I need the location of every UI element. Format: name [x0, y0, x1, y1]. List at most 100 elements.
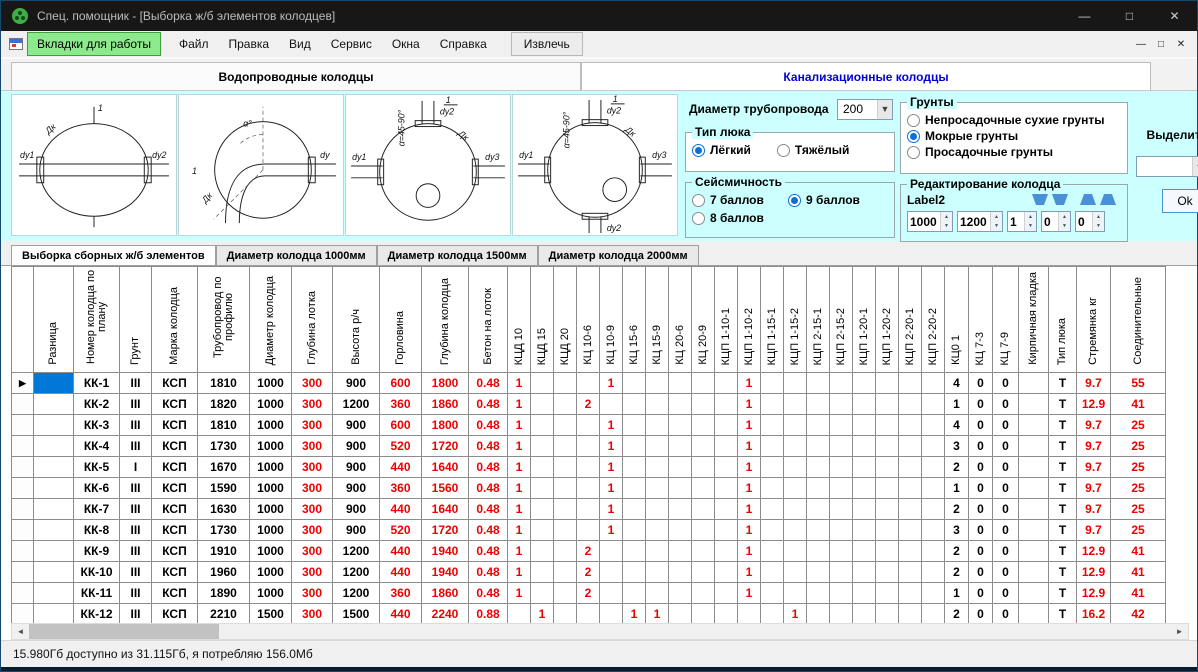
grid-cell[interactable]	[784, 478, 807, 499]
grid-cell[interactable]	[876, 436, 899, 457]
menu-item-file[interactable]: Файл	[169, 32, 219, 56]
chevron-down-icon[interactable]: ▼	[1192, 157, 1198, 176]
grid-cell[interactable]: 0	[969, 541, 993, 562]
grid-cell[interactable]: Т	[1049, 541, 1077, 562]
grid-cell[interactable]	[577, 520, 600, 541]
grid-cell[interactable]: 1000	[250, 541, 292, 562]
grid-cell[interactable]	[715, 415, 738, 436]
grid-cell[interactable]	[577, 457, 600, 478]
grid-cell[interactable]	[899, 415, 922, 436]
grid-cell[interactable]	[623, 541, 646, 562]
grid-cell[interactable]	[876, 457, 899, 478]
grid-cell[interactable]: 0.88	[469, 604, 508, 624]
row-header[interactable]	[12, 415, 34, 436]
grid-cell[interactable]: 2	[577, 562, 600, 583]
grid-cell[interactable]	[807, 604, 830, 624]
row-header[interactable]: ▶	[12, 373, 34, 394]
row-header[interactable]	[12, 457, 34, 478]
grid-cell[interactable]	[646, 520, 669, 541]
grid-cell[interactable]: КСП	[152, 604, 198, 624]
grid-cell[interactable]	[830, 394, 853, 415]
grid-cell[interactable]	[577, 373, 600, 394]
grid-cell[interactable]	[669, 520, 692, 541]
grid-cell[interactable]	[761, 520, 784, 541]
grid-cell[interactable]: 1	[508, 541, 531, 562]
grid-cell[interactable]	[876, 583, 899, 604]
row-header[interactable]	[12, 436, 34, 457]
row-header[interactable]	[12, 583, 34, 604]
grid-cell[interactable]: 2	[577, 394, 600, 415]
stepper-down-icon[interactable]: ▼	[941, 222, 952, 232]
stepper-2[interactable]: 1▲▼	[1007, 211, 1037, 232]
grid-cell[interactable]	[34, 436, 74, 457]
grid-cell[interactable]: 300	[292, 562, 333, 583]
grid-cell[interactable]: 600	[380, 415, 422, 436]
ok-button[interactable]: Ok	[1162, 189, 1198, 213]
grid-cell[interactable]: Т	[1049, 436, 1077, 457]
grid-cell[interactable]	[646, 499, 669, 520]
grid-cell[interactable]	[899, 604, 922, 624]
grid-cell[interactable]: 1	[508, 583, 531, 604]
grid-cell[interactable]: 1	[508, 499, 531, 520]
grid-cell[interactable]: 300	[292, 373, 333, 394]
grid-cell[interactable]: 1	[646, 604, 669, 624]
grid-cell[interactable]	[34, 520, 74, 541]
grid-cell[interactable]: 9.7	[1077, 520, 1111, 541]
column-header-28[interactable]: КЦП 2-20-1	[899, 267, 922, 373]
grid-cell[interactable]	[508, 604, 531, 624]
grid-cell[interactable]: III	[120, 415, 152, 436]
grid-cell[interactable]	[761, 457, 784, 478]
grid-cell[interactable]: КК-3	[74, 415, 120, 436]
grid-cell[interactable]	[876, 499, 899, 520]
grid-cell[interactable]: 0.48	[469, 436, 508, 457]
grid-cell[interactable]: 0	[993, 478, 1019, 499]
grid-cell[interactable]	[899, 394, 922, 415]
grid-cell[interactable]	[922, 373, 945, 394]
grid-cell[interactable]: 0	[969, 373, 993, 394]
grid-cell[interactable]	[554, 604, 577, 624]
grid-cell[interactable]	[807, 583, 830, 604]
grid-cell[interactable]: КК-5	[74, 457, 120, 478]
grid-cell[interactable]	[922, 394, 945, 415]
chevron-down-icon[interactable]: ▼	[877, 100, 892, 119]
grid-cell[interactable]	[922, 478, 945, 499]
grid-cell[interactable]	[853, 415, 876, 436]
grid-cell[interactable]	[692, 415, 715, 436]
grid-cell[interactable]: 0	[993, 415, 1019, 436]
grid-cell[interactable]	[600, 562, 623, 583]
column-header-21[interactable]: КЦП 1-10-2	[738, 267, 761, 373]
grid-cell[interactable]: 1670	[198, 457, 250, 478]
grid-cell[interactable]	[531, 541, 554, 562]
grid-cell[interactable]	[922, 604, 945, 624]
column-header-1[interactable]: Номер колодца по плану	[74, 267, 120, 373]
grid-cell[interactable]: 0	[969, 478, 993, 499]
grid-cell[interactable]: 1	[738, 415, 761, 436]
grid-cell[interactable]: 0.48	[469, 394, 508, 415]
grid-cell[interactable]: Т	[1049, 457, 1077, 478]
grid-cell[interactable]: 9.7	[1077, 373, 1111, 394]
grid-cell[interactable]	[876, 478, 899, 499]
grid-cell[interactable]	[876, 562, 899, 583]
grid-cell[interactable]: Т	[1049, 394, 1077, 415]
grid-cell[interactable]	[784, 541, 807, 562]
grid-cell[interactable]	[34, 583, 74, 604]
stepper-up-icon[interactable]: ▲	[1093, 212, 1104, 222]
grid-cell[interactable]: 16.2	[1077, 604, 1111, 624]
grid-cell[interactable]	[600, 583, 623, 604]
grid-cell[interactable]: 41	[1111, 541, 1166, 562]
seismicity-option-0[interactable]: 7 баллов	[692, 193, 788, 207]
grid-cell[interactable]	[646, 478, 669, 499]
grid-cell[interactable]	[830, 604, 853, 624]
grid-cell[interactable]	[853, 604, 876, 624]
grid-cell[interactable]	[692, 478, 715, 499]
grid-cell[interactable]: 1000	[250, 457, 292, 478]
grid-cell[interactable]	[830, 457, 853, 478]
grid-cell[interactable]	[623, 436, 646, 457]
grid-cell[interactable]: 360	[380, 394, 422, 415]
column-header-19[interactable]: КЦ 20-9	[692, 267, 715, 373]
grid-cell[interactable]: 1	[508, 394, 531, 415]
grid-cell[interactable]: 25	[1111, 436, 1166, 457]
menu-item-view[interactable]: Вид	[279, 32, 321, 56]
grid-cell[interactable]	[830, 478, 853, 499]
soils-option-0[interactable]: Непросадочные сухие грунты	[907, 113, 1121, 127]
